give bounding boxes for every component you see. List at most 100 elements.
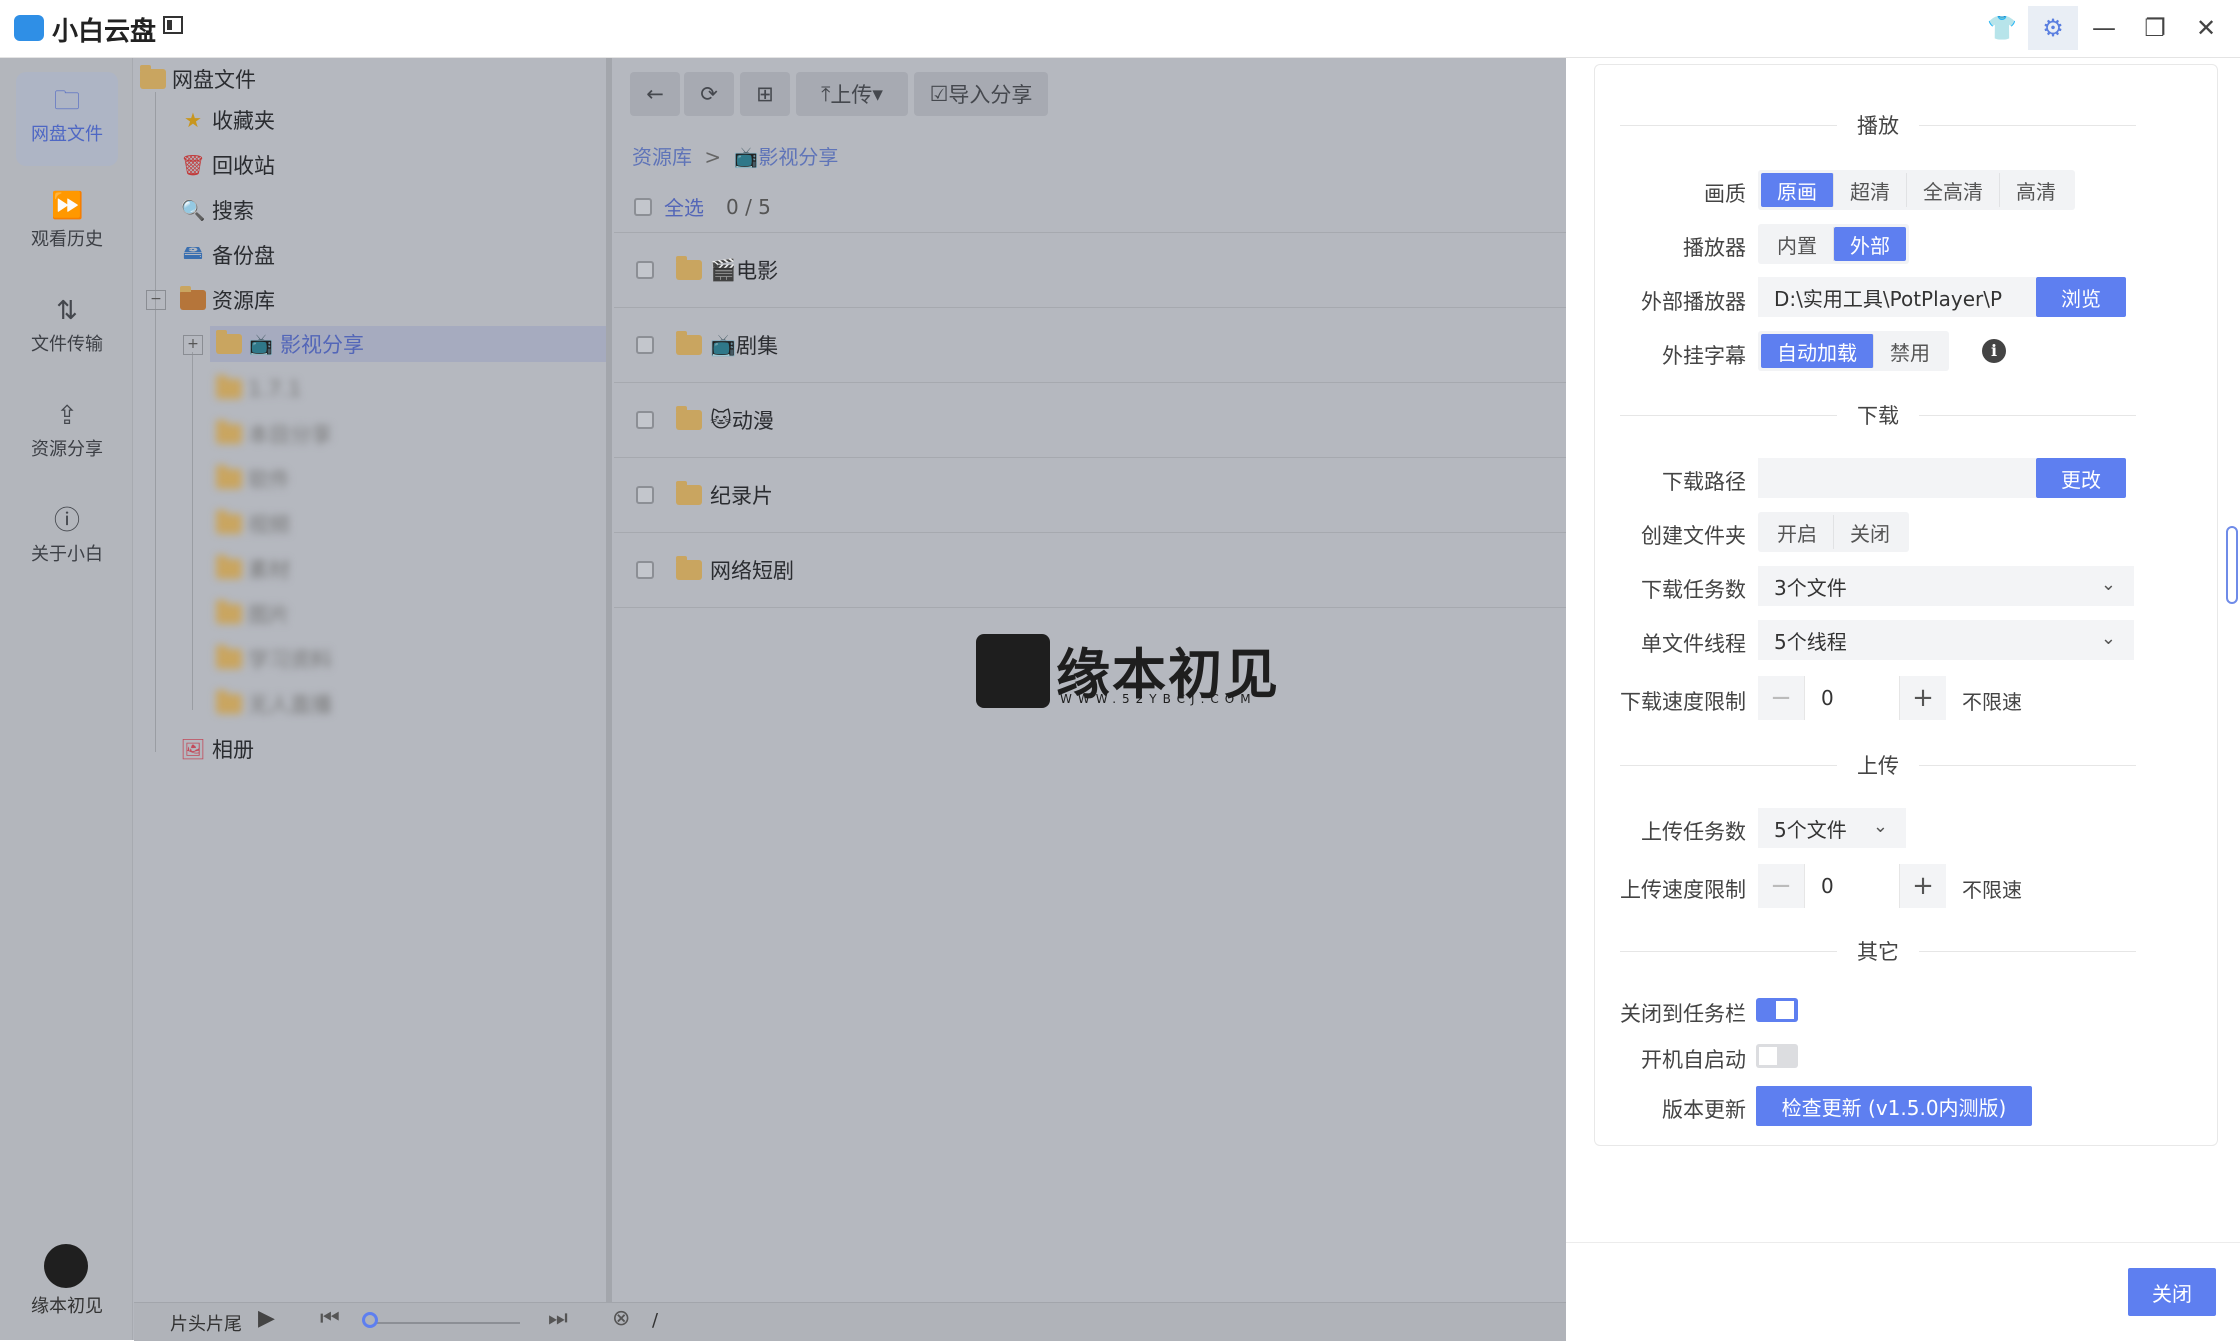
- skin-shirt-icon[interactable]: 👕: [1977, 6, 2027, 50]
- subtitle-option[interactable]: 自动加载: [1761, 334, 1874, 368]
- refresh-icon: ⟳: [700, 82, 718, 106]
- threads-select[interactable]: 5个线程 ⌄: [1758, 620, 2134, 660]
- prev-track-icon[interactable]: ⏮: [320, 1306, 340, 1331]
- tree-node-blurred[interactable]: 素材: [216, 551, 290, 587]
- create-folder-option[interactable]: 关闭: [1834, 515, 1906, 549]
- tree-node-library[interactable]: 资源库: [180, 282, 275, 318]
- brand-logo-icon[interactable]: [44, 1244, 88, 1288]
- quality-option[interactable]: 超清: [1834, 173, 1907, 207]
- tree-node-blurred[interactable]: 学习资料: [216, 641, 332, 677]
- file-row[interactable]: 📺 剧集: [614, 308, 1566, 383]
- file-row[interactable]: 纪录片: [614, 458, 1566, 533]
- minimize-icon[interactable]: —: [2079, 6, 2129, 50]
- select-all-label[interactable]: 全选: [664, 192, 704, 221]
- scrollbar-thumb[interactable]: [2226, 526, 2238, 604]
- tree-node-film-share[interactable]: 📺 影视分享: [216, 326, 364, 362]
- check-update-button[interactable]: 检查更新 (v1.5.0内测版): [1756, 1086, 2032, 1126]
- section-play: 播放: [1620, 110, 2136, 140]
- import-icon: ☑: [929, 82, 949, 106]
- quality-label: 画质: [1704, 182, 1746, 206]
- plus-icon[interactable]: +: [1900, 683, 1946, 713]
- play-icon[interactable]: ▶: [258, 1306, 275, 1331]
- tree-node-blurred[interactable]: 软件: [216, 461, 290, 497]
- gear-icon[interactable]: ⚙: [2028, 6, 2078, 50]
- watermark-logo-icon: [976, 634, 1050, 708]
- next-track-icon[interactable]: ⏭: [548, 1306, 568, 1331]
- nav-item-about[interactable]: ⓘ 关于小白: [16, 492, 118, 586]
- player-option[interactable]: 内置: [1761, 227, 1834, 261]
- new-folder-icon: ⊞: [756, 82, 774, 106]
- minus-icon[interactable]: −: [1758, 871, 1804, 901]
- tree-node-blurred[interactable]: 视频: [216, 506, 290, 542]
- row-checkbox[interactable]: [636, 336, 654, 354]
- autostart-label: 开机自启动: [1641, 1048, 1746, 1072]
- download-tasks-select[interactable]: 3个文件 ⌄: [1758, 566, 2134, 606]
- back-button[interactable]: ←: [630, 72, 680, 116]
- upload-tasks-select[interactable]: 5个文件 ⌄: [1758, 808, 1906, 848]
- tree-guide-line: [155, 92, 156, 752]
- create-folder-option[interactable]: 开启: [1761, 515, 1834, 549]
- row-checkbox[interactable]: [636, 411, 654, 429]
- quality-option[interactable]: 全高清: [1907, 173, 2000, 207]
- minus-icon[interactable]: −: [1758, 683, 1804, 713]
- download-speed-input[interactable]: 0: [1804, 676, 1900, 720]
- tree-node-album[interactable]: 🖼 相册: [180, 731, 254, 767]
- import-share-button[interactable]: ☑ 导入分享: [914, 72, 1048, 116]
- file-row[interactable]: 网络短剧: [614, 533, 1566, 608]
- progress-track[interactable]: [364, 1322, 520, 1324]
- progress-handle[interactable]: [362, 1312, 378, 1328]
- folder-icon: [140, 65, 166, 89]
- nav-item-watch-history[interactable]: ⏩ 观看历史: [16, 177, 118, 271]
- collapse-icon[interactable]: −: [146, 290, 166, 310]
- stop-icon[interactable]: ⊗: [612, 1306, 630, 1331]
- tree-node-recycle[interactable]: 🗑 回收站: [180, 147, 275, 183]
- row-checkbox[interactable]: [636, 561, 654, 579]
- row-checkbox[interactable]: [636, 261, 654, 279]
- select-value: 5个线程: [1774, 629, 1847, 654]
- tree-node-blurred[interactable]: 1.7.1: [216, 371, 301, 407]
- maximize-icon[interactable]: ❐: [2130, 6, 2180, 50]
- close-icon[interactable]: ✕: [2181, 6, 2231, 50]
- subtitle-option[interactable]: 禁用: [1874, 334, 1946, 368]
- tree-node-favorites[interactable]: ★ 收藏夹: [180, 102, 275, 138]
- browse-button[interactable]: 浏览: [2036, 277, 2126, 317]
- row-checkbox[interactable]: [636, 486, 654, 504]
- nav-item-disk-files[interactable]: 🗀 网盘文件: [16, 72, 118, 166]
- nav-item-file-transfer[interactable]: ⇅ 文件传输: [16, 282, 118, 376]
- intro-outro-label[interactable]: 片头片尾: [170, 1310, 242, 1336]
- plus-icon[interactable]: +: [1900, 871, 1946, 901]
- tree-node-blurred[interactable]: 图片: [216, 596, 290, 632]
- autostart-toggle[interactable]: [1756, 1044, 1798, 1068]
- sidebar-toggle-icon[interactable]: [163, 16, 183, 34]
- upload-button[interactable]: ⤒ 上传 ▾: [796, 72, 908, 116]
- info-icon[interactable]: i: [1982, 339, 2006, 363]
- new-folder-button[interactable]: ⊞: [740, 72, 790, 116]
- download-path-field[interactable]: [1758, 458, 2036, 498]
- tree-node-label: 网盘文件: [172, 68, 256, 92]
- tray-toggle[interactable]: [1756, 998, 1798, 1022]
- change-path-button[interactable]: 更改: [2036, 458, 2126, 498]
- breadcrumb-root-link[interactable]: 资源库: [632, 145, 692, 169]
- download-speed-stepper: − 0 +: [1758, 676, 1946, 720]
- tree-node-backup[interactable]: 🖴 备份盘: [180, 237, 275, 273]
- refresh-button[interactable]: ⟳: [684, 72, 734, 116]
- expand-icon[interactable]: +: [183, 335, 203, 355]
- upload-label: 上传: [830, 83, 873, 107]
- tree-node-search[interactable]: 🔍 搜索: [180, 192, 254, 228]
- nav-item-resource-share[interactable]: ⇪ 资源分享: [16, 387, 118, 481]
- close-settings-button[interactable]: 关闭: [2128, 1268, 2216, 1316]
- tree-node-root[interactable]: 网盘文件: [140, 61, 256, 97]
- tree-node-blurred[interactable]: 本目分享: [216, 416, 332, 452]
- file-row[interactable]: 🎬 电影: [614, 233, 1566, 308]
- panel-splitter[interactable]: [606, 58, 612, 1304]
- file-row[interactable]: 🐱 动漫: [614, 383, 1566, 458]
- quality-option[interactable]: 高清: [2000, 173, 2072, 207]
- player-option[interactable]: 外部: [1834, 227, 1906, 261]
- file-name: 剧集: [736, 334, 779, 358]
- player-path: /: [652, 1310, 659, 1331]
- quality-option[interactable]: 原画: [1761, 173, 1834, 207]
- select-all-checkbox[interactable]: [634, 197, 652, 216]
- external-player-path-field[interactable]: D:\实用工具\PotPlayer\P: [1758, 277, 2036, 317]
- upload-speed-input[interactable]: 0: [1804, 864, 1900, 908]
- tree-node-blurred[interactable]: 无人直播: [216, 686, 332, 722]
